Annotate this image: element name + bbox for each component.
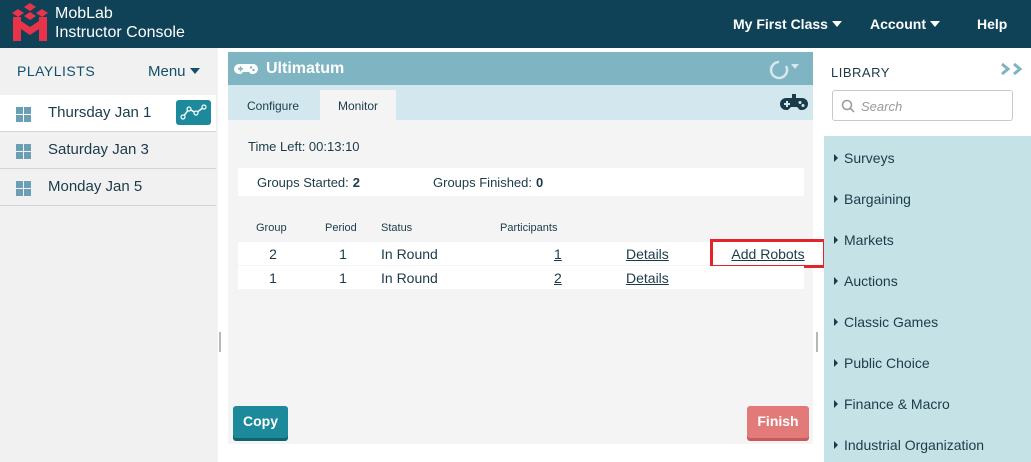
gamepad-icon	[234, 64, 258, 74]
triangle-right-icon	[834, 236, 838, 244]
line-graph-icon	[180, 104, 207, 120]
right-resize-handle[interactable]	[816, 332, 818, 352]
library-search	[832, 90, 1013, 121]
account-menu-label: Account	[870, 16, 926, 32]
tab-monitor[interactable]: Monitor	[320, 90, 396, 120]
triangle-right-icon	[834, 400, 838, 408]
add-robots-button[interactable]: Add Robots	[710, 239, 826, 268]
left-resize-handle[interactable]	[219, 332, 221, 352]
help-link[interactable]: Help	[977, 16, 1007, 32]
class-menu-label: My First Class	[733, 16, 828, 32]
groups-started: Groups Started: 2	[257, 175, 360, 190]
triangle-right-icon	[834, 441, 838, 449]
grid-icon	[16, 107, 31, 122]
library-item-markets[interactable]: Markets	[824, 231, 1031, 251]
group-cell: 1	[269, 270, 277, 286]
triangle-right-icon	[834, 195, 838, 203]
column-header-period: Period	[325, 222, 357, 234]
copy-button[interactable]: Copy	[233, 406, 288, 438]
gamepad-icon	[780, 94, 808, 110]
details-link[interactable]: Details	[626, 246, 669, 262]
period-cell: 1	[339, 270, 347, 286]
brand-subtitle: Instructor Console	[55, 24, 185, 41]
library-item-classic-games[interactable]: Classic Games	[824, 313, 1031, 333]
playlist-item-saturday[interactable]: Saturday Jan 3	[0, 132, 216, 169]
app-brand: MobLab Instructor Console	[55, 4, 185, 42]
library-item-bargaining[interactable]: Bargaining	[824, 190, 1031, 210]
chevron-down-icon	[930, 21, 940, 27]
library-item-auctions[interactable]: Auctions	[824, 272, 1031, 292]
triangle-right-icon	[834, 154, 838, 162]
table-row: 1 1 In Round 2 Details	[238, 266, 804, 289]
playlist-item-thursday[interactable]: Thursday Jan 1	[0, 95, 216, 132]
column-header-participants: Participants	[500, 222, 558, 234]
playlists-header: PLAYLISTS Menu	[0, 48, 218, 94]
grid-icon	[16, 181, 31, 196]
library-item-label: Industrial Organization	[844, 437, 985, 453]
top-navigation-bar: MobLab Instructor Console My First Class…	[0, 0, 1031, 48]
grid-icon	[16, 144, 31, 159]
playlists-title: PLAYLISTS	[17, 63, 96, 79]
double-chevron-right-icon[interactable]	[1000, 62, 1028, 76]
library-header: LIBRARY	[824, 48, 1031, 136]
moblab-logo	[12, 3, 48, 41]
playlist-item-monday[interactable]: Monday Jan 5	[0, 169, 216, 206]
game-tabs: Configure Monitor	[228, 85, 813, 120]
refresh-icon[interactable]	[762, 58, 802, 80]
tab-configure[interactable]: Configure	[228, 90, 318, 120]
groups-summary: Groups Started: 2 Groups Finished: 0	[238, 168, 804, 196]
game-card-header: Ultimatum	[228, 52, 813, 85]
chevron-down-icon	[831, 21, 842, 27]
monitor-graph-badge[interactable]	[176, 100, 211, 125]
search-icon	[841, 99, 855, 113]
status-cell: In Round	[381, 270, 438, 286]
game-title: Ultimatum	[266, 60, 345, 77]
library-item-label: Public Choice	[844, 355, 930, 371]
playlists-menu-button[interactable]: Menu	[148, 63, 200, 80]
library-item-public-choice[interactable]: Public Choice	[824, 354, 1031, 374]
playlist-item-label: Saturday Jan 3	[48, 141, 149, 158]
groups-finished-value: 0	[536, 175, 544, 190]
library-title: LIBRARY	[831, 65, 890, 80]
groups-finished-label: Groups Finished:	[433, 175, 532, 190]
triangle-right-icon	[834, 277, 838, 285]
table-row: 2 1 In Round 1 Details Add Robots	[238, 239, 826, 268]
column-header-status: Status	[381, 222, 413, 234]
main-panel: Ultimatum Configure Monitor Time Left: 0…	[218, 48, 826, 462]
playlist-item-label: Thursday Jan 1	[48, 104, 152, 121]
period-cell: 1	[339, 246, 347, 262]
playlists-menu-label: Menu	[148, 63, 186, 80]
library-item-label: Markets	[844, 232, 894, 248]
library-item-label: Auctions	[844, 273, 898, 289]
library-item-industrial-organization[interactable]: Industrial Organization	[824, 436, 1031, 456]
playlist-item-label: Monday Jan 5	[48, 178, 143, 195]
chevron-down-icon	[189, 68, 200, 74]
library-item-label: Bargaining	[844, 191, 911, 207]
triangle-right-icon	[834, 359, 838, 367]
playlists-panel: PLAYLISTS Menu Thursday Jan 1 Saturday J…	[0, 48, 218, 462]
column-header-group: Group	[256, 222, 287, 234]
time-left: Time Left: 00:13:10	[248, 139, 360, 154]
groups-started-value: 2	[352, 175, 361, 190]
triangle-right-icon	[834, 318, 838, 326]
brand-name: MobLab	[55, 5, 113, 22]
details-link[interactable]: Details	[626, 270, 669, 286]
status-cell: In Round	[381, 246, 438, 262]
account-menu[interactable]: Account	[870, 16, 940, 32]
library-item-label: Classic Games	[844, 314, 939, 330]
library-item-surveys[interactable]: Surveys	[824, 149, 1031, 169]
participants-link[interactable]: 1	[554, 246, 562, 262]
participants-link[interactable]: 2	[554, 270, 562, 286]
library-item-finance-macro[interactable]: Finance & Macro	[824, 395, 1031, 415]
class-menu[interactable]: My First Class	[733, 16, 842, 32]
library-item-label: Surveys	[844, 150, 895, 166]
group-cell: 2	[269, 246, 277, 262]
game-card: Ultimatum Configure Monitor Time Left: 0…	[228, 52, 826, 444]
library-panel: LIBRARY Surveys Bargaining Markets Aucti…	[824, 48, 1031, 462]
search-input[interactable]	[861, 96, 1006, 116]
groups-finished: Groups Finished: 0	[433, 175, 543, 190]
library-item-label: Finance & Macro	[844, 396, 950, 412]
finish-button[interactable]: Finish	[747, 406, 809, 438]
groups-started-label: Groups Started:	[257, 175, 349, 190]
